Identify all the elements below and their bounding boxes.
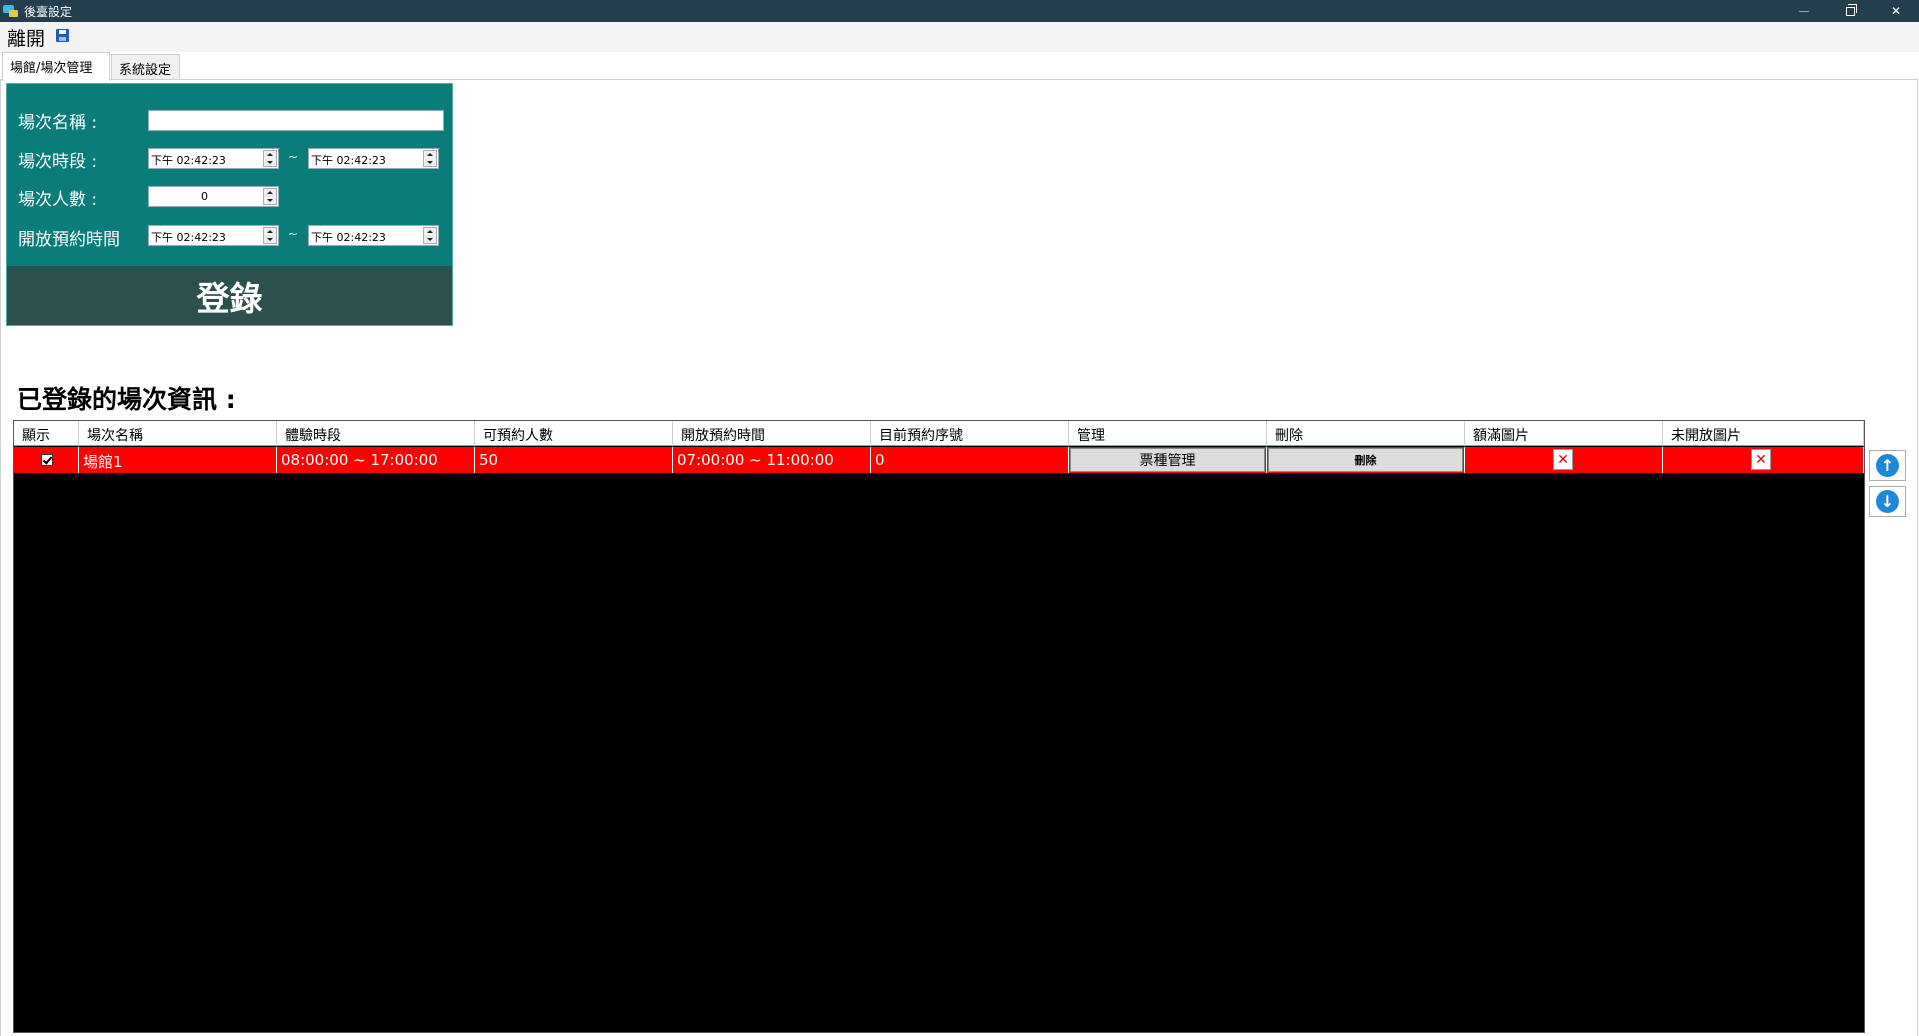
title-bar: 後臺設定 ✕: [0, 0, 1919, 22]
window-title: 後臺設定: [24, 4, 73, 19]
booking-end-spinner[interactable]: [423, 227, 437, 244]
cell-time[interactable]: 08:00:00 ~ 17:00:00: [277, 447, 475, 473]
booking-start-picker[interactable]: 下午 02:42:23: [148, 225, 279, 246]
arrow-down-icon: ↓: [1876, 490, 1899, 513]
col-header-closed-image[interactable]: 未開放圖片: [1663, 421, 1864, 446]
minimize-button[interactable]: [1781, 0, 1827, 22]
period-start-spinner[interactable]: [263, 150, 277, 167]
close-button[interactable]: ✕: [1873, 0, 1919, 22]
col-header-booking-time[interactable]: 開放預約時間: [673, 421, 871, 446]
capacity-value: 0: [201, 190, 208, 203]
move-down-button[interactable]: ↓: [1869, 486, 1906, 517]
close-icon: ✕: [1890, 4, 1902, 18]
tab-strip: 場館/場次管理 系統設定: [0, 52, 1919, 81]
col-header-current-no[interactable]: 目前預約序號: [871, 421, 1069, 446]
period-end-value: 下午 02:42:23: [311, 154, 386, 167]
cell-booking-time[interactable]: 07:00:00 ~ 11:00:00: [673, 447, 871, 473]
booking-end-value: 下午 02:42:23: [311, 231, 386, 244]
closed-image-placeholder-icon[interactable]: ✕: [1751, 449, 1771, 470]
tab-system-settings[interactable]: 系統設定: [111, 54, 180, 80]
registered-sessions-title: 已登錄的場次資訊 :: [17, 385, 236, 414]
cell-name[interactable]: 場館1: [79, 447, 277, 473]
cell-current-no[interactable]: 0: [871, 447, 1069, 473]
session-period-label: 場次時段 :: [18, 152, 98, 172]
delete-button[interactable]: 刪除: [1268, 448, 1463, 472]
session-name-label: 場次名稱 :: [18, 113, 98, 133]
session-form: 場次名稱 : 場次時段 : 下午 02:42:23 ~ 下午 02:42:23 …: [6, 83, 453, 326]
col-header-show[interactable]: 顯示: [14, 421, 79, 446]
period-separator: ~: [288, 150, 299, 164]
restore-icon: [1845, 3, 1857, 16]
col-header-full-image[interactable]: 額滿圖片: [1465, 421, 1663, 446]
restore-button[interactable]: [1827, 0, 1873, 22]
period-start-picker[interactable]: 下午 02:42:23: [148, 148, 279, 169]
table-row[interactable]: 場館1 08:00:00 ~ 17:00:00 50 07:00:00 ~ 11…: [14, 447, 1864, 473]
arrow-up-icon: ↑: [1876, 454, 1899, 477]
cell-full-image: ✕: [1465, 447, 1663, 473]
cell-closed-image: ✕: [1663, 447, 1864, 473]
menu-bar: 離開: [0, 22, 1919, 52]
booking-separator: ~: [288, 227, 299, 241]
cell-show: [14, 447, 79, 473]
session-name-input[interactable]: [148, 110, 444, 131]
show-checkbox[interactable]: [41, 454, 53, 466]
col-header-capacity[interactable]: 可預約人數: [475, 421, 673, 446]
save-icon[interactable]: [56, 28, 70, 42]
booking-start-value: 下午 02:42:23: [151, 231, 226, 244]
col-header-name[interactable]: 場次名稱: [79, 421, 277, 446]
col-header-time[interactable]: 體驗時段: [277, 421, 475, 446]
period-start-value: 下午 02:42:23: [151, 154, 226, 167]
minimize-icon: [1799, 10, 1809, 12]
booking-end-picker[interactable]: 下午 02:42:23: [308, 225, 439, 246]
period-end-picker[interactable]: 下午 02:42:23: [308, 148, 439, 169]
session-capacity-label: 場次人數 :: [18, 190, 98, 210]
col-header-delete[interactable]: 刪除: [1267, 421, 1465, 446]
cell-delete: 刪除: [1267, 447, 1465, 473]
app-icon: [3, 4, 19, 18]
booking-time-label: 開放預約時間: [18, 230, 120, 250]
capacity-stepper[interactable]: 0: [148, 186, 279, 207]
menu-exit[interactable]: 離開: [7, 24, 45, 51]
booking-start-spinner[interactable]: [263, 227, 277, 244]
capacity-spinner[interactable]: [263, 188, 277, 205]
move-up-button[interactable]: ↑: [1869, 450, 1906, 481]
register-button[interactable]: 登錄: [7, 266, 452, 325]
tab-venue-session[interactable]: 場館/場次管理: [2, 52, 110, 81]
full-image-placeholder-icon[interactable]: ✕: [1553, 449, 1573, 470]
col-header-manage[interactable]: 管理: [1069, 421, 1267, 446]
cell-capacity[interactable]: 50: [475, 447, 673, 473]
period-end-spinner[interactable]: [423, 150, 437, 167]
ticket-manage-button[interactable]: 票種管理: [1070, 448, 1265, 472]
cell-manage: 票種管理: [1069, 447, 1267, 473]
grid-header: 顯示 場次名稱 體驗時段 可預約人數 開放預約時間 目前預約序號 管理 刪除 額…: [14, 421, 1864, 446]
window-controls: ✕: [1781, 0, 1919, 22]
sessions-grid[interactable]: 顯示 場次名稱 體驗時段 可預約人數 開放預約時間 目前預約序號 管理 刪除 額…: [13, 420, 1865, 1033]
